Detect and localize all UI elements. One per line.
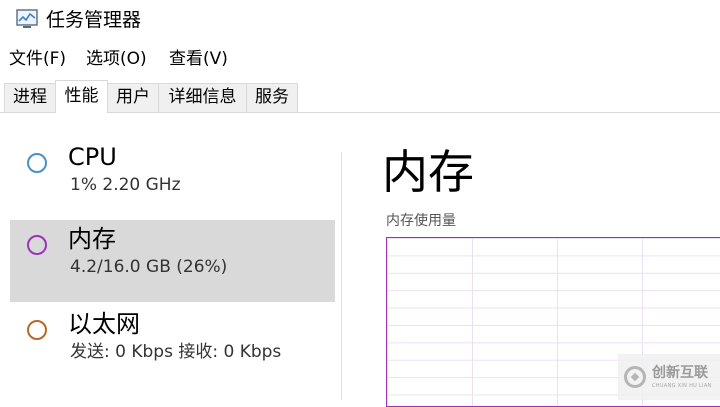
graph-label: 内存使用量: [386, 213, 456, 229]
task-manager-icon: [16, 9, 38, 28]
tab-bar-border: [0, 112, 720, 113]
sidebar-item-title: 以太网: [68, 310, 140, 338]
sidebar-item-cpu[interactable]: CPU 1% 2.20 GHz: [10, 138, 335, 220]
tab-users[interactable]: 用户: [107, 83, 159, 112]
ethernet-status-icon: [27, 320, 47, 340]
tab-performance[interactable]: 性能: [55, 80, 108, 113]
tab-bar: 进程 性能 用户 详细信息 服务: [0, 80, 720, 113]
sidebar-item-title: 内存: [68, 225, 116, 253]
watermark-text: 创新互联: [652, 365, 708, 381]
sidebar-item-detail: 发送: 0 Kbps 接收: 0 Kbps: [70, 342, 282, 362]
watermark-logo-icon: [624, 366, 646, 388]
page-title: 内存: [382, 145, 474, 199]
tab-services[interactable]: 服务: [246, 83, 298, 112]
menu-file[interactable]: 文件(F): [9, 48, 66, 70]
watermark-subtext: CHUANG XIN HU LIAN: [652, 383, 712, 389]
window-title: 任务管理器: [46, 9, 142, 31]
tab-details[interactable]: 详细信息: [158, 83, 247, 112]
sidebar-item-detail: 4.2/16.0 GB (26%): [70, 257, 228, 277]
sidebar-item-memory[interactable]: 内存 4.2/16.0 GB (26%): [10, 220, 335, 302]
memory-status-icon: [27, 235, 47, 255]
watermark: 创新互联 CHUANG XIN HU LIAN: [618, 354, 720, 400]
menu-options[interactable]: 选项(O): [86, 48, 147, 70]
pane-divider[interactable]: [341, 152, 342, 400]
menu-bar: 文件(F) 选项(O) 查看(V): [0, 44, 720, 74]
sidebar-item-detail: 1% 2.20 GHz: [70, 175, 181, 195]
tab-processes[interactable]: 进程: [4, 83, 56, 112]
sidebar-item-title: CPU: [68, 143, 117, 171]
menu-view[interactable]: 查看(V): [169, 48, 228, 70]
title-bar: 任务管理器: [0, 0, 720, 40]
cpu-status-icon: [27, 153, 47, 173]
sidebar-item-ethernet[interactable]: 以太网 发送: 0 Kbps 接收: 0 Kbps: [10, 305, 335, 387]
